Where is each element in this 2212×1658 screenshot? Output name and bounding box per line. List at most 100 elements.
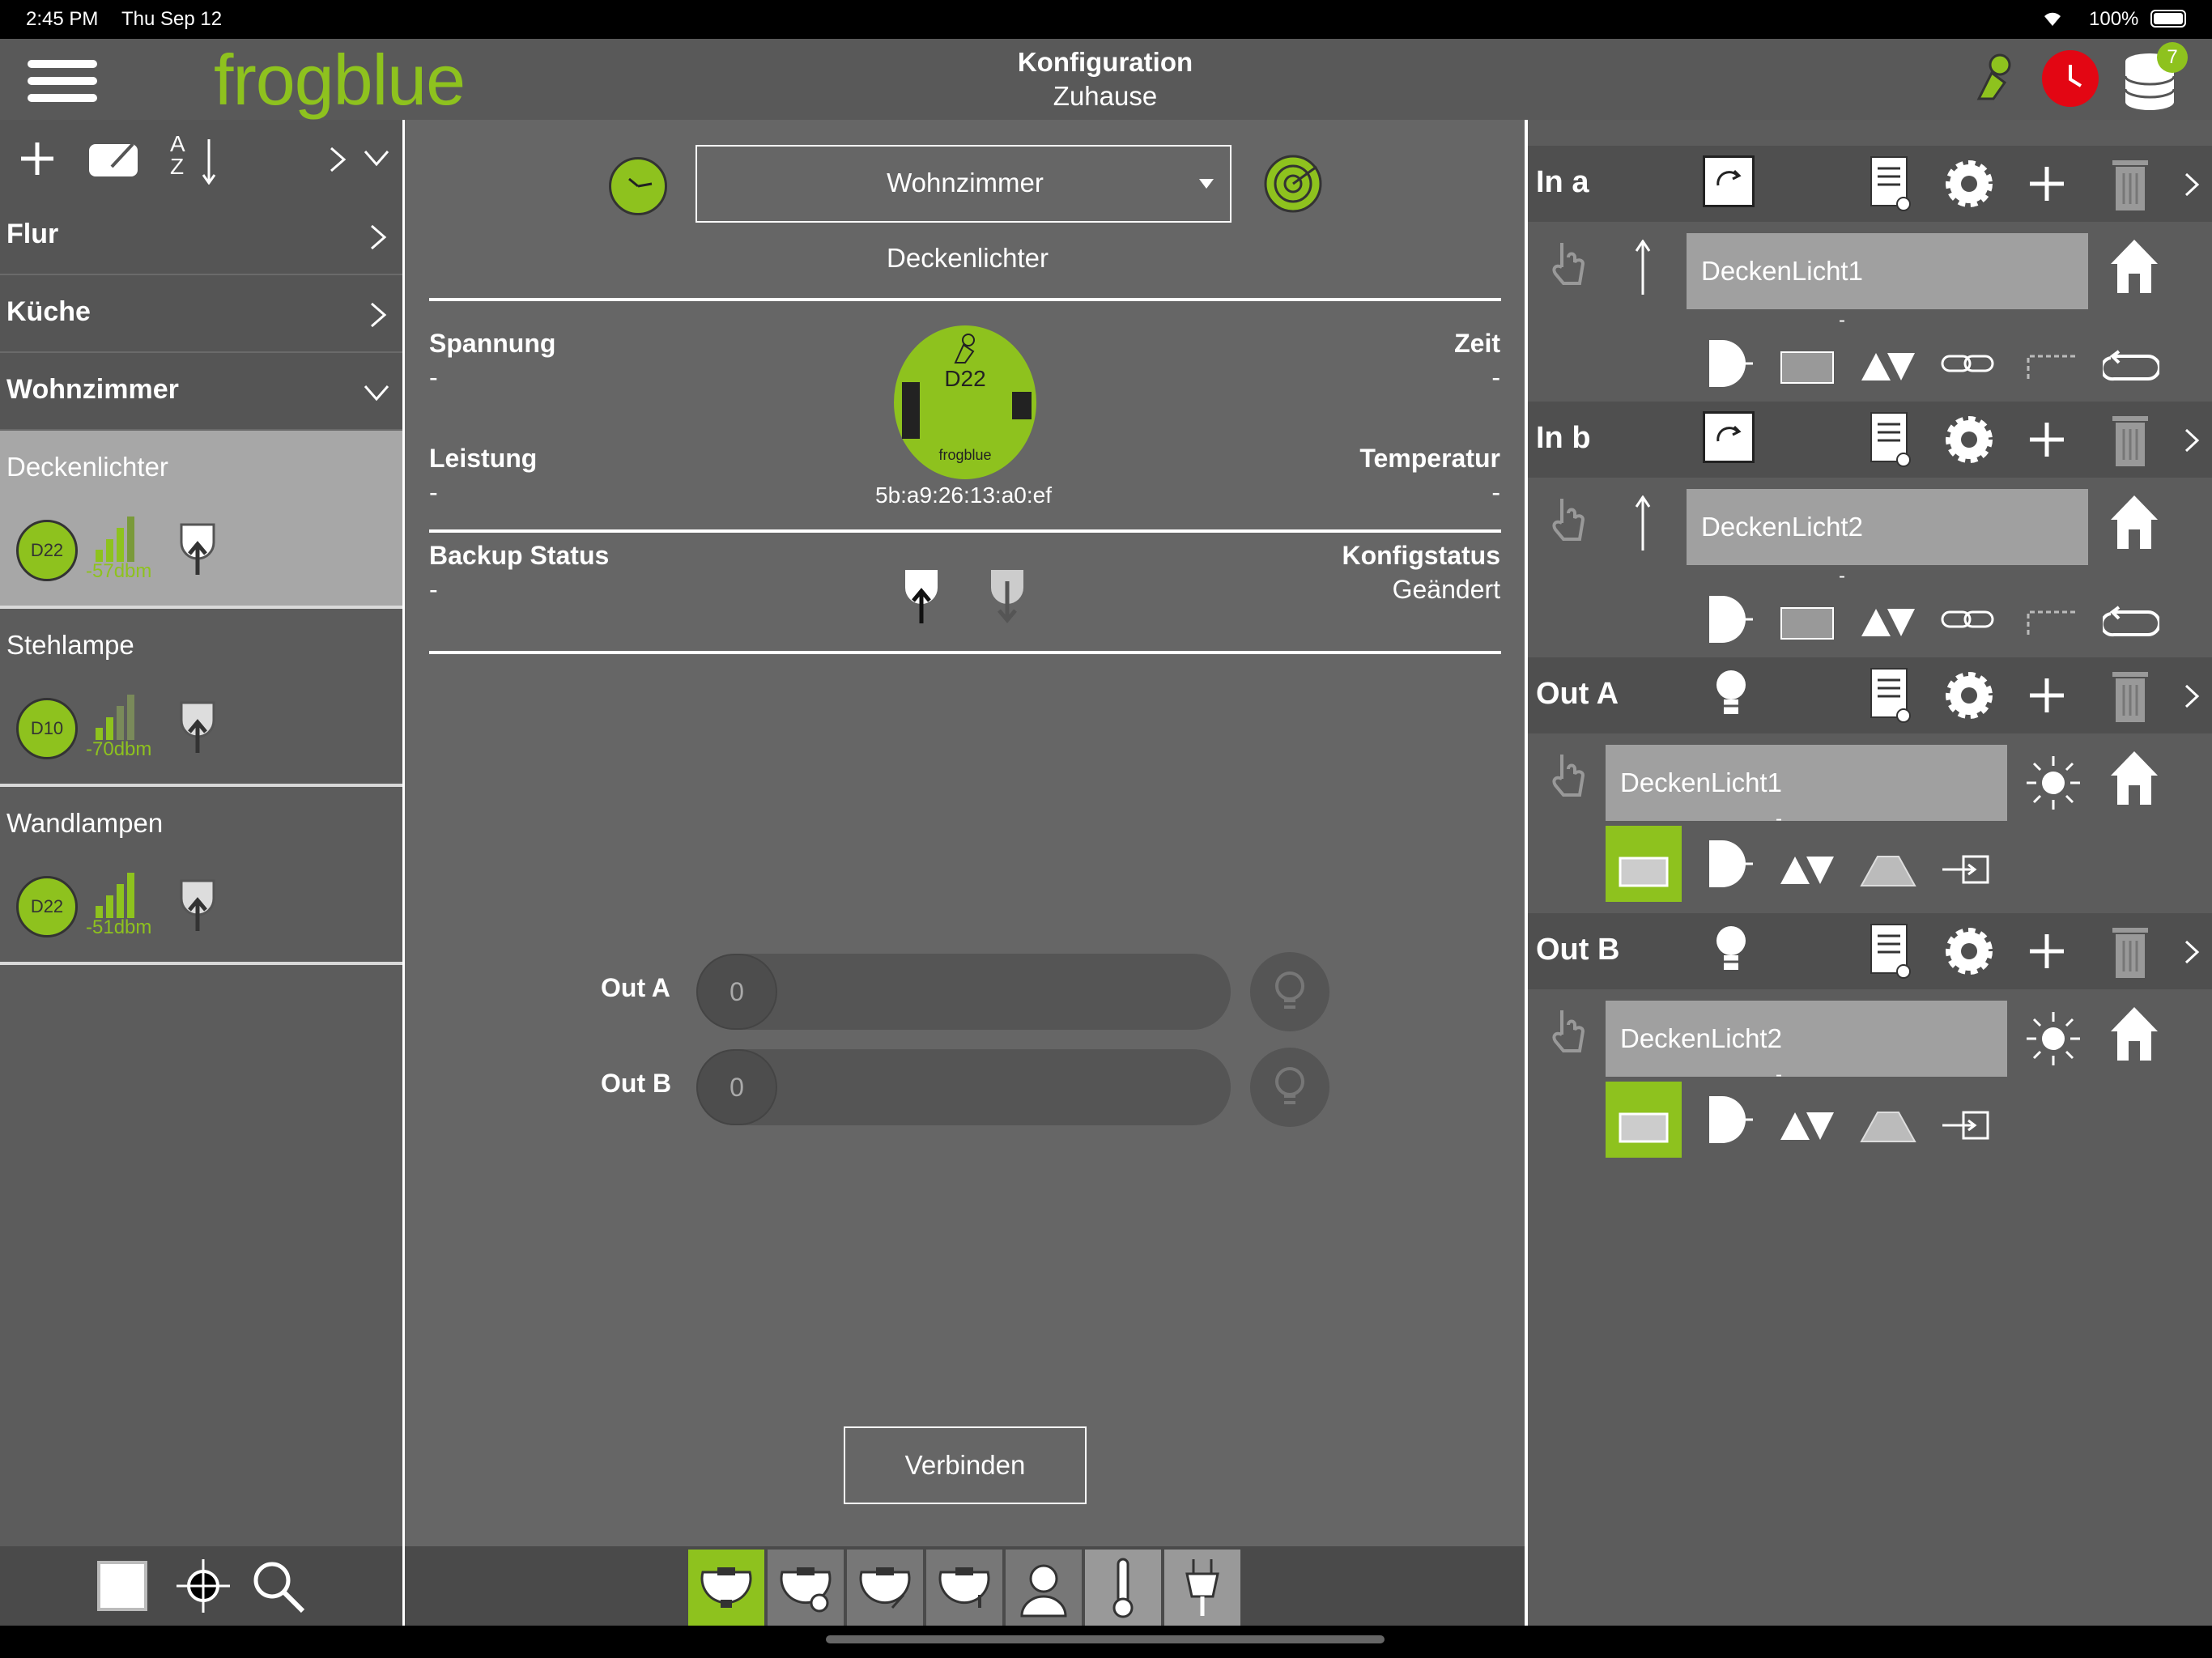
output-b-name[interactable]: DeckenLicht2 (1606, 1001, 2007, 1077)
trash-icon[interactable] (2111, 923, 2150, 980)
exit-door-icon[interactable] (1939, 1107, 1996, 1143)
list-settings-icon[interactable] (1868, 665, 1913, 724)
gear-icon[interactable] (1941, 155, 1997, 212)
add-icon[interactable] (2028, 165, 2065, 202)
chevron-right-icon[interactable] (329, 146, 347, 173)
up-down-icon[interactable] (1779, 1103, 1836, 1143)
menu-icon[interactable] (28, 57, 97, 105)
chevron-right-icon[interactable] (2184, 683, 2200, 709)
switch-mode-button[interactable] (1606, 826, 1682, 902)
repeat-icon[interactable] (2103, 343, 2159, 385)
home-icon[interactable] (2108, 748, 2161, 808)
connect-button[interactable]: Verbinden (844, 1426, 1087, 1504)
chevron-right-icon[interactable] (2184, 939, 2200, 965)
home-indicator[interactable] (826, 1635, 1385, 1643)
and-gate-icon[interactable] (1698, 591, 1755, 648)
home-icon[interactable] (2108, 236, 2161, 296)
tab-device-edit[interactable] (847, 1550, 923, 1626)
gear-icon[interactable] (1941, 411, 1997, 468)
switch-mode-button[interactable] (1606, 1082, 1682, 1158)
and-gate-icon[interactable] (1698, 835, 1755, 892)
locate-icon[interactable] (175, 1558, 232, 1614)
step-delay-icon[interactable] (2025, 350, 2082, 382)
alarm-clock-icon[interactable] (2042, 50, 2099, 107)
chevron-right-icon[interactable] (2184, 427, 2200, 453)
tab-device-settings[interactable] (768, 1550, 844, 1626)
upload-plug-icon[interactable] (177, 696, 219, 755)
touch-hand-icon[interactable] (1547, 751, 1586, 798)
ramp-icon[interactable] (1860, 852, 1916, 887)
touch-hand-icon[interactable] (1547, 240, 1586, 287)
tab-temperature[interactable] (1085, 1550, 1161, 1626)
output-a-slider[interactable]: 0 (696, 954, 1231, 1030)
bulb-icon[interactable] (1711, 665, 1751, 724)
up-down-icon[interactable] (1860, 599, 1916, 640)
pulse-block-icon[interactable] (1780, 607, 1834, 640)
bulb-icon[interactable] (1250, 1048, 1329, 1127)
ramp-icon[interactable] (1860, 1107, 1916, 1143)
home-icon[interactable] (2108, 1004, 2161, 1064)
list-settings-icon[interactable] (1868, 921, 1913, 980)
room-item-flur[interactable]: Flur (0, 198, 402, 275)
chevron-right-icon[interactable] (2184, 172, 2200, 198)
device-item-stehlampe[interactable]: Stehlampe D10 -70dbm (0, 609, 402, 787)
switch-type-icon[interactable] (1703, 411, 1755, 463)
sun-icon[interactable] (2023, 1009, 2083, 1069)
bulb-icon[interactable] (1711, 921, 1751, 980)
download-plug-icon[interactable] (986, 563, 1028, 625)
and-gate-icon[interactable] (1698, 335, 1755, 392)
room-item-kueche[interactable]: Küche (0, 275, 402, 353)
and-gate-icon[interactable] (1698, 1091, 1755, 1148)
gear-icon[interactable] (1941, 923, 1997, 980)
trash-icon[interactable] (2111, 667, 2150, 724)
touch-hand-icon[interactable] (1547, 1007, 1586, 1054)
input-b-name[interactable]: DeckenLicht2 (1687, 489, 2088, 565)
gear-icon[interactable] (1941, 667, 1997, 724)
sort-az-icon[interactable]: AZ (170, 133, 185, 178)
radar-icon[interactable] (1263, 154, 1323, 214)
tab-user[interactable] (1006, 1550, 1082, 1626)
clock-icon[interactable] (609, 157, 667, 215)
upload-plug-icon[interactable] (177, 874, 219, 933)
touch-hand-icon[interactable] (1547, 495, 1586, 542)
upload-plug-icon[interactable] (900, 563, 942, 625)
tab-device-info[interactable] (926, 1550, 1002, 1626)
list-settings-icon[interactable] (1868, 154, 1913, 212)
step-delay-icon[interactable] (2025, 606, 2082, 638)
select-square-icon[interactable] (97, 1561, 147, 1611)
home-icon[interactable] (2108, 492, 2161, 552)
add-icon[interactable] (18, 139, 57, 178)
output-a-value[interactable]: 0 (696, 954, 777, 1030)
add-icon[interactable] (2028, 933, 2065, 970)
link-icon[interactable] (1939, 607, 1996, 631)
sun-icon[interactable] (2023, 753, 2083, 813)
device-item-wandlampen[interactable]: Wandlampen D22 -51dbm (0, 787, 402, 965)
up-down-icon[interactable] (1860, 343, 1916, 384)
room-item-wohnzimmer[interactable]: Wohnzimmer (0, 353, 402, 431)
up-down-icon[interactable] (1779, 847, 1836, 887)
exit-door-icon[interactable] (1939, 852, 1996, 887)
output-b-slider[interactable]: 0 (696, 1049, 1231, 1125)
add-icon[interactable] (2028, 677, 2065, 714)
trash-icon[interactable] (2111, 411, 2150, 468)
chevron-down-icon[interactable] (363, 149, 390, 167)
room-select[interactable]: Wohnzimmer (696, 145, 1231, 223)
search-icon[interactable] (249, 1558, 306, 1614)
pulse-block-icon[interactable] (1780, 351, 1834, 384)
upload-plug-icon[interactable] (177, 518, 219, 576)
output-b-value[interactable]: 0 (696, 1049, 777, 1125)
bulb-icon[interactable] (1250, 952, 1329, 1031)
frog-icon[interactable] (1967, 50, 2021, 104)
output-a-name[interactable]: DeckenLicht1 (1606, 745, 2007, 821)
trash-icon[interactable] (2111, 155, 2150, 212)
list-settings-icon[interactable] (1868, 410, 1913, 468)
tab-power[interactable] (1164, 1550, 1240, 1626)
switch-type-icon[interactable] (1703, 155, 1755, 207)
input-a-name[interactable]: DeckenLicht1 (1687, 233, 2088, 309)
link-icon[interactable] (1939, 351, 1996, 376)
tab-device[interactable] (688, 1550, 764, 1626)
device-item-deckenlichter[interactable]: Deckenlichter D22 -57dbm (0, 431, 402, 609)
repeat-icon[interactable] (2103, 599, 2159, 641)
add-icon[interactable] (2028, 421, 2065, 458)
edit-icon[interactable] (87, 139, 141, 178)
